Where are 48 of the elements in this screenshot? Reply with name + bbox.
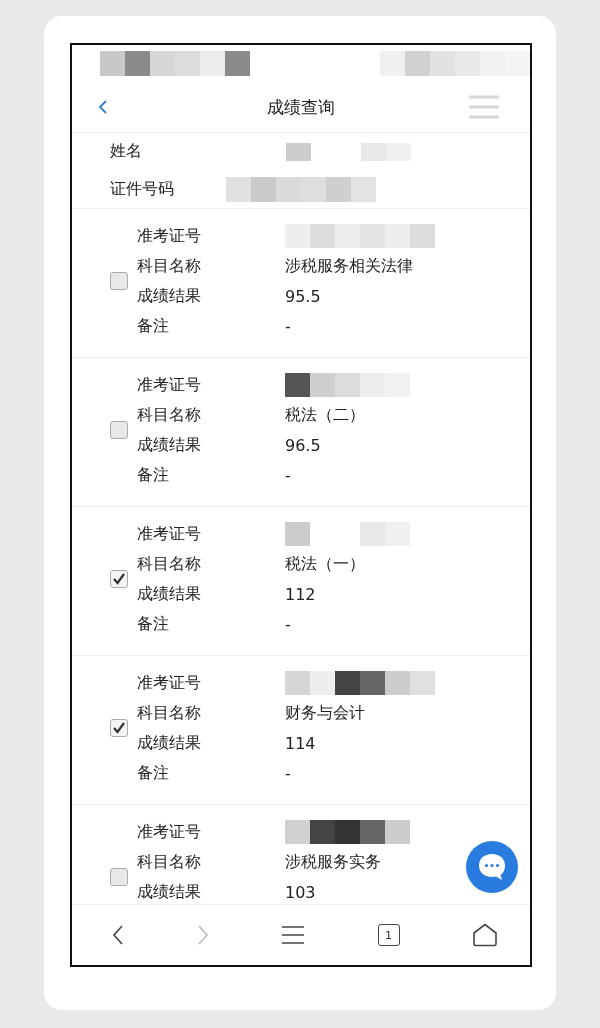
field-label: 科目名称	[137, 553, 202, 575]
field-label: 证件号码	[110, 179, 175, 200]
checkbox[interactable]	[110, 719, 128, 737]
field-value: -	[285, 763, 291, 783]
chat-button[interactable]	[466, 841, 518, 893]
field-label: 准考证号	[137, 225, 202, 247]
field-label: 准考证号	[137, 374, 202, 396]
field-value: -	[285, 614, 291, 634]
checkbox[interactable]	[110, 421, 128, 439]
field-label: 成绩结果	[137, 881, 202, 903]
field-label: 成绩结果	[137, 434, 202, 456]
field-label: 科目名称	[137, 851, 202, 873]
field-label: 成绩结果	[137, 732, 202, 754]
field-value: -	[285, 316, 291, 336]
field-value: 112	[285, 584, 316, 604]
field-value: 114	[285, 733, 316, 753]
field-value: 涉税服务实务	[285, 851, 381, 873]
menu-icon[interactable]	[281, 925, 305, 945]
back-icon[interactable]	[112, 924, 124, 946]
field-value: 税法（二）	[285, 404, 365, 426]
home-icon[interactable]	[472, 923, 498, 947]
checkbox[interactable]	[110, 272, 128, 290]
field-label: 准考证号	[137, 821, 202, 843]
field-label: 科目名称	[137, 404, 202, 426]
field-label: 姓名	[110, 141, 143, 162]
field-value: 95.5	[285, 286, 321, 306]
field-label: 备注	[137, 762, 170, 784]
chat-bubble-icon	[476, 852, 508, 882]
field-label: 准考证号	[137, 672, 202, 694]
field-value: 涉税服务相关法律	[285, 255, 413, 277]
field-label: 备注	[137, 613, 170, 635]
checkbox[interactable]	[110, 570, 128, 588]
field-value: 103	[285, 882, 316, 902]
back-icon[interactable]	[98, 99, 108, 115]
field-label: 准考证号	[137, 523, 202, 545]
checkbox[interactable]	[110, 868, 128, 886]
field-value: -	[285, 465, 291, 485]
field-label: 备注	[137, 464, 170, 486]
field-value: 财务与会计	[285, 702, 365, 724]
field-label: 科目名称	[137, 702, 202, 724]
tabs-button[interactable]: 1	[377, 924, 400, 946]
field-label: 成绩结果	[137, 583, 202, 605]
field-label: 成绩结果	[137, 285, 202, 307]
field-label: 备注	[137, 315, 170, 337]
field-label: 科目名称	[137, 255, 202, 277]
field-value: 税法（一）	[285, 553, 365, 575]
field-value: 96.5	[285, 435, 321, 455]
page-title: 成绩查询	[267, 95, 335, 119]
